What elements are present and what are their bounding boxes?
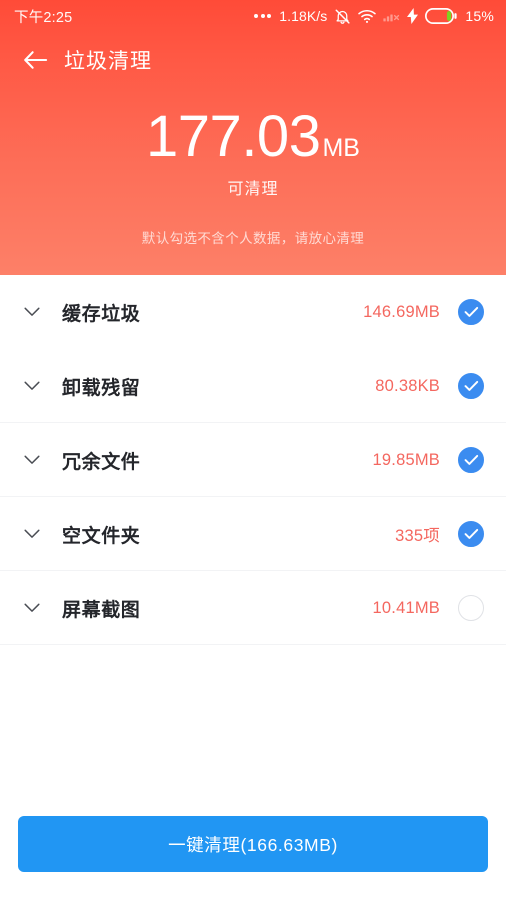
row-label: 卸载残留 <box>62 377 141 399</box>
row-checkbox-checked[interactable] <box>458 299 484 325</box>
row-size: 19.85MB <box>372 450 440 469</box>
status-bar-icons: 1.18K/s 15% <box>254 8 494 25</box>
row-size: 80.38KB <box>375 376 440 395</box>
table-row[interactable]: 冗余文件 19.85MB <box>0 423 506 497</box>
row-size: 146.69MB <box>363 302 440 321</box>
row-checkbox-checked[interactable] <box>458 521 484 547</box>
bell-muted-icon <box>334 8 351 25</box>
chevron-down-icon[interactable] <box>22 376 42 396</box>
junk-category-list: 缓存垃圾 146.69MB 卸载残留 80.38KB 冗余文件 19.85MB <box>0 275 506 816</box>
chevron-down-icon[interactable] <box>22 524 42 544</box>
list-empty-space <box>0 645 506 816</box>
status-bar: 下午2:25 1.18K/s 15% <box>0 0 506 32</box>
row-size: 335项 <box>395 527 440 545</box>
app-bar: 垃圾清理 <box>0 36 506 84</box>
wifi-icon <box>358 9 377 24</box>
battery-icon <box>425 8 457 24</box>
row-label: 缓存垃圾 <box>62 303 141 325</box>
cleanable-size-summary: 177.03 MB 可清理 <box>0 108 506 198</box>
row-label: 屏幕截图 <box>62 599 141 621</box>
status-clock: 下午2:25 <box>14 9 73 26</box>
size-line: 177.03 MB <box>0 108 506 166</box>
header-note: 默认勾选不含个人数据，请放心清理 <box>141 231 365 246</box>
back-arrow-icon[interactable] <box>16 41 54 79</box>
row-size: 10.41MB <box>372 598 440 617</box>
cleanable-size-value: 177.03 <box>146 104 321 169</box>
table-row[interactable]: 屏幕截图 10.41MB <box>0 571 506 645</box>
more-dots-icon <box>254 14 272 18</box>
network-speed-label: 1.18K/s <box>279 8 328 24</box>
table-row[interactable]: 卸载残留 80.38KB <box>0 349 506 423</box>
page-title: 垃圾清理 <box>64 50 152 73</box>
bottom-action-bar: 一键清理(166.63MB) <box>0 816 506 900</box>
app-screen: 下午2:25 1.18K/s 15% 垃圾清理 177.03 MB 可清理 默认… <box>0 0 506 900</box>
battery-percent-label: 15% <box>465 8 494 24</box>
chevron-down-icon[interactable] <box>22 598 42 618</box>
table-row[interactable]: 缓存垃圾 146.69MB <box>0 275 506 349</box>
lightning-bolt-icon <box>407 8 419 24</box>
table-row[interactable]: 空文件夹 335项 <box>0 497 506 571</box>
row-checkbox-checked[interactable] <box>458 447 484 473</box>
cleanable-size-unit: MB <box>322 134 360 162</box>
row-checkbox-unchecked[interactable] <box>458 595 484 621</box>
one-key-clean-button[interactable]: 一键清理(166.63MB) <box>18 816 488 872</box>
row-label: 空文件夹 <box>62 525 141 547</box>
cleanable-size-caption: 可清理 <box>227 181 279 198</box>
header-panel: 下午2:25 1.18K/s 15% 垃圾清理 177.03 MB 可清理 默认… <box>0 0 506 275</box>
signal-bars-off-icon <box>383 9 400 23</box>
chevron-down-icon[interactable] <box>22 450 42 470</box>
row-label: 冗余文件 <box>62 451 141 473</box>
chevron-down-icon[interactable] <box>22 302 42 322</box>
row-checkbox-checked[interactable] <box>458 373 484 399</box>
